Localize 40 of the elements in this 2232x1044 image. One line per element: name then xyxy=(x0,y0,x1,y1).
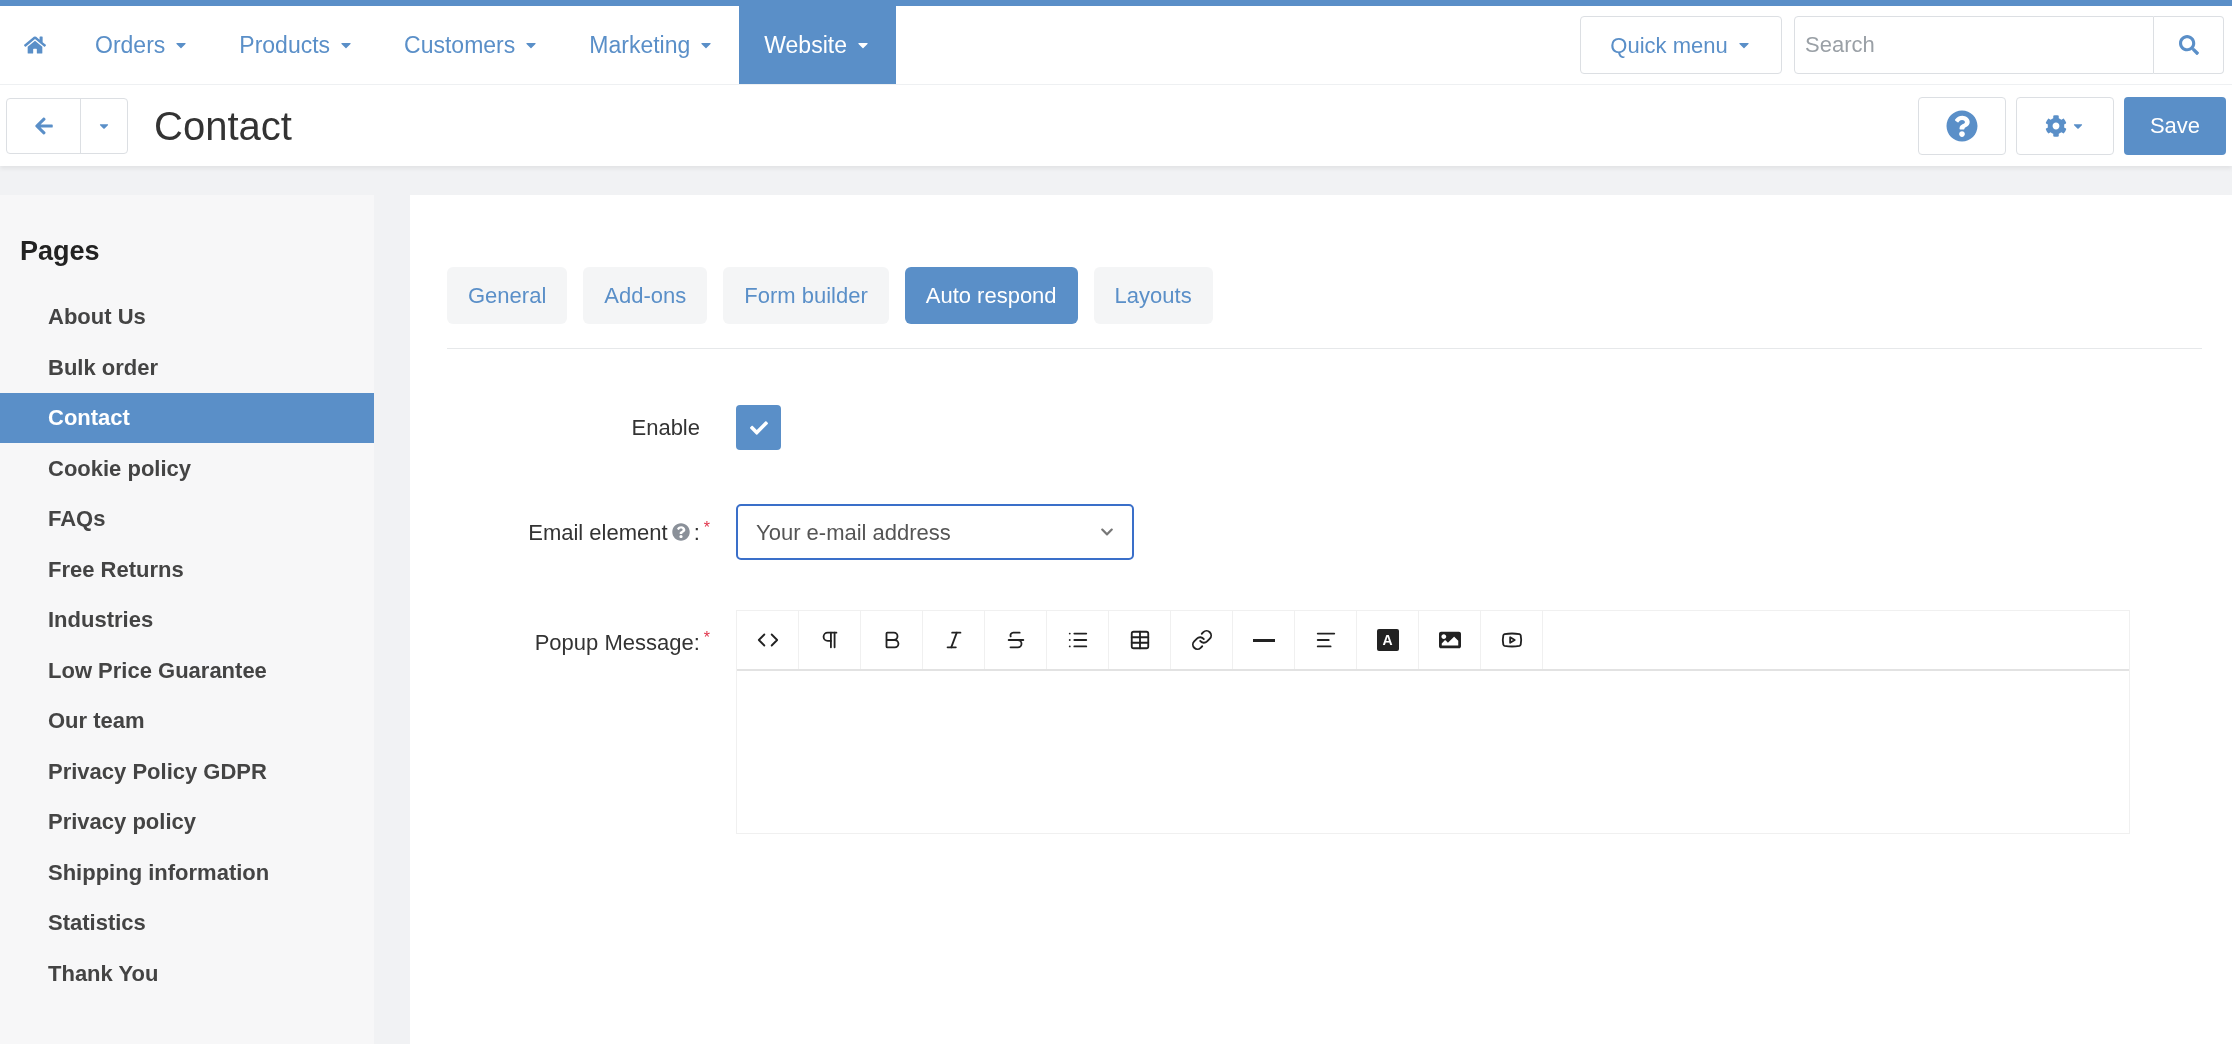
table-icon xyxy=(1128,629,1151,651)
sidebar-item[interactable]: Privacy Policy GDPR xyxy=(0,746,374,797)
required-mark: * xyxy=(703,517,710,538)
home-icon xyxy=(24,34,46,56)
text-color-button[interactable]: A xyxy=(1357,611,1419,669)
search-field[interactable]: Search xyxy=(1794,16,2154,74)
sidebar-item[interactable]: Thank You xyxy=(0,948,374,999)
search-icon xyxy=(2178,35,2199,55)
help-button[interactable] xyxy=(1918,96,2006,155)
email-element-select[interactable]: Your e-mail address xyxy=(736,504,1134,560)
enable-checkbox[interactable] xyxy=(736,405,781,450)
label-colon: : xyxy=(693,518,700,547)
sidebar-item[interactable]: Low Price Guarantee xyxy=(0,645,374,696)
back-icon xyxy=(33,115,54,136)
sidebar-item[interactable]: About Us xyxy=(0,291,374,342)
sidebar-item[interactable]: Statistics xyxy=(0,897,374,948)
help-icon xyxy=(671,523,690,541)
page-title: Contact xyxy=(154,102,292,150)
sidebar-item[interactable]: Shipping information xyxy=(0,847,374,898)
check-icon xyxy=(749,418,768,437)
popup-message-label: Popup Message: xyxy=(534,629,700,657)
search-button[interactable] xyxy=(2154,16,2224,74)
required-mark: * xyxy=(703,628,710,648)
sidebar-item[interactable]: Bulk order xyxy=(0,342,374,393)
image-icon xyxy=(1438,629,1461,651)
settings-icon xyxy=(2045,114,2067,137)
sidebar-item[interactable]: FAQs xyxy=(0,493,374,544)
link-icon xyxy=(1190,629,1213,651)
sidebar-item[interactable]: Free Returns xyxy=(0,544,374,595)
sidebar-item[interactable]: Industries xyxy=(0,594,374,645)
horizontal-rule-icon xyxy=(1252,638,1275,642)
sidebar-item[interactable]: Our team xyxy=(0,695,374,746)
settings-button[interactable] xyxy=(2016,96,2114,155)
sidebar-title: Pages xyxy=(19,235,101,268)
enable-label: Enable xyxy=(631,414,700,442)
sidebar-item[interactable]: Cookie policy xyxy=(0,443,374,494)
help-icon xyxy=(1946,109,1978,142)
email-element-label: Email element xyxy=(528,518,668,547)
sidebar-item[interactable]: Privacy policy xyxy=(0,796,374,847)
rich-text-editor[interactable]: A xyxy=(736,610,2130,834)
